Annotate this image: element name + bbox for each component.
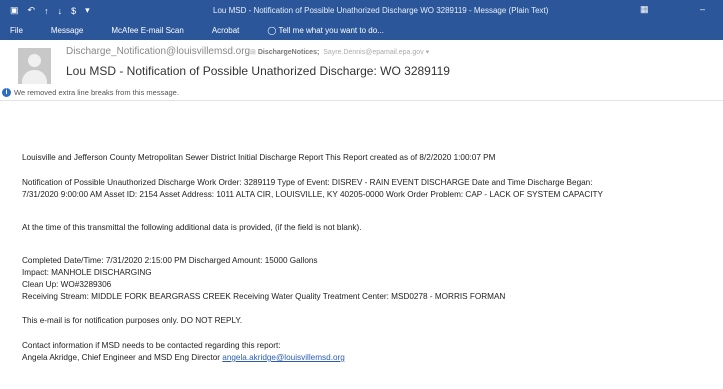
body-line-notice: This e-mail is for notification purposes… [22,316,243,325]
window-title: Lou MSD - Notification of Possible Unath… [213,6,549,15]
recipients[interactable]: ⊞ DischargeNotices; Sayre.Dennis@epamail… [250,48,429,56]
body-line-impact: Impact: MANHOLE DISCHARGING [22,268,152,277]
body-line-transmittal: At the time of this transmittal the foll… [22,223,362,232]
body-line-notification: Notification of Possible Unauthorized Di… [22,178,593,187]
chevron-down-icon[interactable]: ▾ [426,49,430,56]
contact-email-link[interactable]: angela.akridge@louisvillemsd.org [222,353,345,362]
dollar-icon[interactable]: $ [71,6,76,16]
lightbulb-icon: ◯ [267,26,277,35]
save-icon[interactable]: ▣ [10,5,19,16]
arrow-up-icon[interactable]: ↑ [44,6,49,16]
body-line-signature: Angela Akridge, Chief Engineer and MSD E… [22,352,345,364]
ribbon-display-icon[interactable]: ▦ [640,4,649,15]
customize-icon[interactable]: ▾ [85,5,90,16]
sender-address[interactable]: Discharge_Notification@louisvillemsd.org [66,46,250,57]
minimize-icon[interactable]: – [700,4,705,14]
info-icon: i [2,88,11,97]
avatar [18,48,51,84]
recipient-primary[interactable]: DischargeNotices; [258,49,319,56]
info-text: We removed extra line breaks from this m… [14,88,179,97]
tab-message[interactable]: Message [51,26,83,35]
body-line-report: Louisville and Jefferson County Metropol… [22,153,496,162]
ribbon-tabs: File Message McAfee E-mail Scan Acrobat … [0,21,723,40]
recipient-secondary[interactable]: Sayre.Dennis@epamail.epa.gov [323,49,424,56]
tell-me-box[interactable]: ◯ Tell me what you want to do... [267,26,383,35]
body-line-contact: Contact information if MSD needs to be c… [22,341,281,350]
tab-file[interactable]: File [10,26,23,35]
body-line-cleanup: Clean Up: WO#3289306 [22,280,112,289]
undo-icon[interactable]: ↶ [28,5,36,16]
tab-acrobat[interactable]: Acrobat [212,26,240,35]
message-header: Discharge_Notification@louisvillemsd.org… [0,40,723,101]
contact-name: Angela Akridge, Chief Engineer and MSD E… [22,353,220,362]
body-line-notification-cont: 7/31/2020 9:00:00 AM Asset ID: 2154 Asse… [22,190,603,199]
body-line-receiving: Receiving Stream: MIDDLE FORK BEARGRASS … [22,292,506,301]
avatar-head-icon [28,54,41,67]
title-bar: ▣ ↶ ↑ ↓ $ ▾ Lou MSD - Notification of Po… [0,0,723,21]
quick-access-toolbar: ▣ ↶ ↑ ↓ $ ▾ [0,5,180,16]
avatar-body-icon [22,70,47,84]
arrow-down-icon[interactable]: ↓ [58,6,63,16]
body-line-completed: Completed Date/Time: 7/31/2020 2:15:00 P… [22,256,318,265]
info-bar[interactable]: i We removed extra line breaks from this… [2,88,179,97]
grid-icon: ⊞ [250,49,256,56]
subject-line: Lou MSD - Notification of Possible Unath… [66,64,450,78]
tab-mcafee[interactable]: McAfee E-mail Scan [111,26,183,35]
